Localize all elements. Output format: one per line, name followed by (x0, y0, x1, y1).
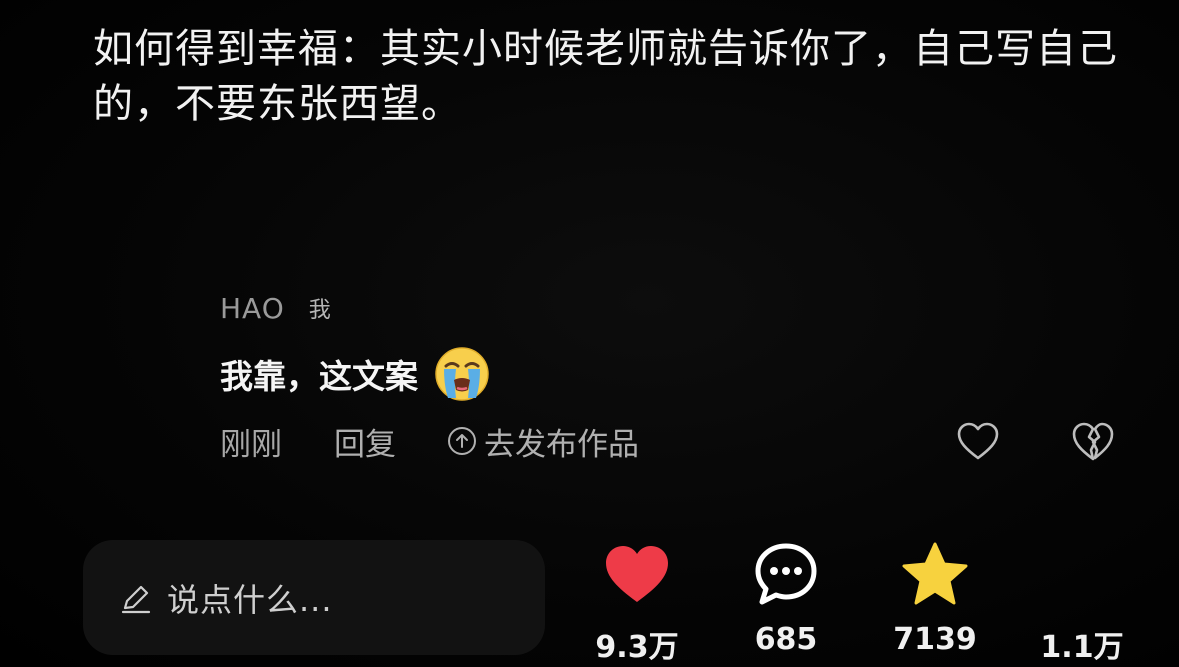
comment-username[interactable]: HAO (220, 292, 285, 325)
heart-filled-icon (606, 546, 668, 602)
bottom-action-bar: 说点什么... 9.3万 685 7139 1.1万 (0, 530, 1179, 667)
loudly-crying-face-icon (435, 347, 489, 401)
favorite-count: 7139 (893, 622, 977, 657)
comment-input[interactable]: 说点什么... (83, 540, 545, 655)
comments-button[interactable]: 685 (716, 538, 856, 657)
comment-input-placeholder: 说点什么... (167, 580, 333, 619)
author-tag: 我 (308, 298, 331, 323)
upload-arrow-icon (448, 427, 476, 455)
share-button[interactable]: 1.1万 (1012, 538, 1152, 666)
comment-item[interactable]: HAO 我 我靠，这文案 刚刚 回复 去发布作品 (220, 290, 1140, 466)
publish-work-button[interactable]: 去发布作品 (446, 419, 639, 464)
comment-dislike-button[interactable] (1070, 416, 1116, 466)
favorite-button[interactable]: 7139 (865, 538, 1005, 657)
star-filled-icon (902, 542, 968, 605)
like-count: 9.3万 (595, 630, 679, 665)
heart-outline-icon (957, 422, 999, 460)
comment-header: HAO 我 (220, 290, 1140, 326)
like-button[interactable]: 9.3万 (567, 538, 707, 666)
comment-text: 我靠，这文案 (220, 357, 418, 396)
pencil-icon (121, 585, 151, 613)
video-screen[interactable]: 如何得到幸福：其实小时候老师就告诉你了，自己写自己的，不要东张西望。 HAO 我… (0, 0, 1179, 667)
comment-actions: 刚刚 回复 去发布作品 (220, 416, 1140, 466)
publish-work-label: 去发布作品 (484, 426, 639, 463)
comment-bubble-icon (755, 543, 817, 605)
reply-button[interactable]: 回复 (334, 419, 396, 464)
broken-heart-icon (1072, 422, 1114, 461)
comment-text-row: 我靠，这文案 (220, 346, 1140, 402)
share-count: 1.1万 (1040, 630, 1124, 665)
comment-like-button[interactable] (955, 416, 1001, 466)
video-caption: 如何得到幸福：其实小时候老师就告诉你了，自己写自己的，不要东张西望。 (93, 26, 1118, 127)
comment-count: 685 (754, 622, 818, 657)
comment-time: 刚刚 (220, 426, 282, 463)
